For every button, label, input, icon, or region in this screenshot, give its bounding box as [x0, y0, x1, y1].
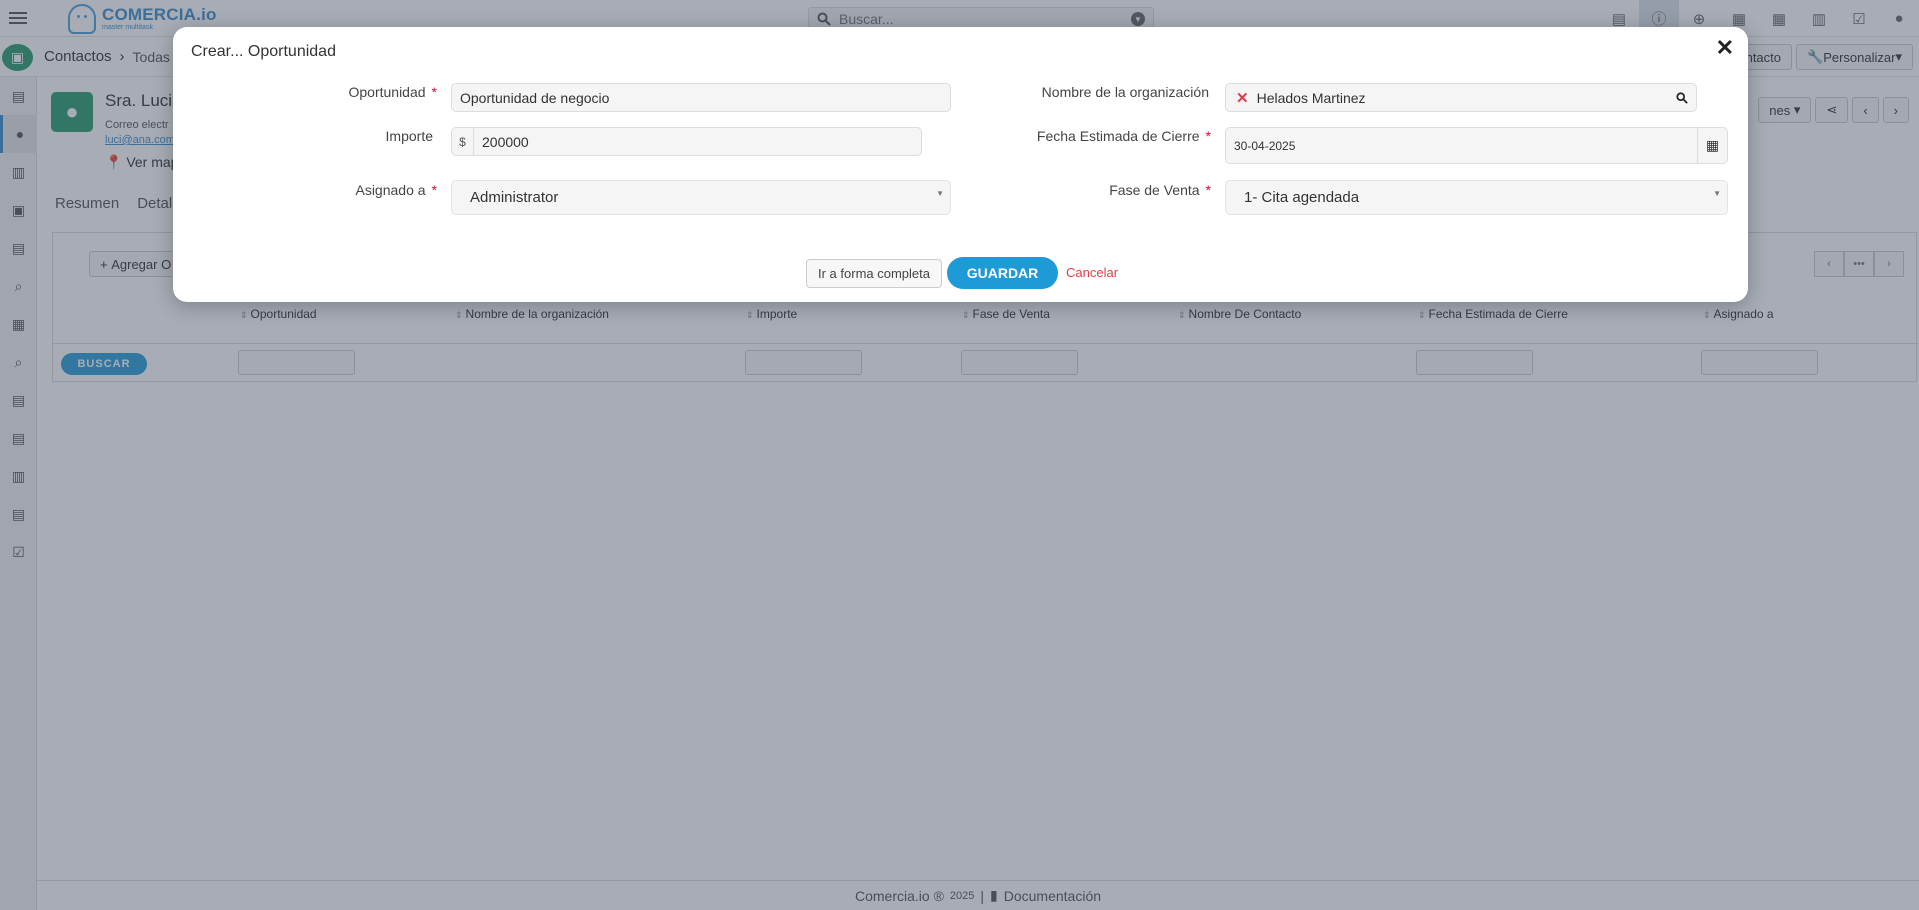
amount-input[interactable] [474, 133, 921, 150]
organization-label: Nombre de la organización [1041, 84, 1209, 100]
close-date-field[interactable]: ▦ [1225, 127, 1728, 164]
create-opportunity-modal: Crear... Oportunidad ✕ Oportunidad* Impo… [173, 27, 1748, 302]
clear-icon[interactable]: ✕ [1236, 89, 1249, 107]
close-date-input[interactable] [1226, 138, 1697, 153]
select-caret-icon: ▼ [1713, 189, 1721, 198]
organization-field[interactable]: ✕ Helados Martinez [1225, 83, 1697, 112]
opportunity-label: Oportunidad * [348, 84, 437, 100]
currency-prefix: $ [452, 128, 474, 155]
modal-title: Crear... Oportunidad [191, 43, 336, 60]
amount-label: Importe [385, 128, 433, 144]
stage-select[interactable]: 1- Cita agendada ▼ [1225, 180, 1728, 215]
calendar-icon[interactable]: ▦ [1697, 128, 1727, 163]
cancel-button[interactable]: Cancelar [1066, 265, 1118, 280]
full-form-button[interactable]: Ir a forma completa [806, 259, 942, 288]
search-icon[interactable] [1668, 91, 1696, 104]
close-date-label: Fecha Estimada de Cierre * [1036, 128, 1211, 144]
stage-value: 1- Cita agendada [1244, 189, 1360, 206]
modal-actions: Ir a forma completa GUARDAR Cancelar [173, 257, 1748, 291]
stage-label: Fase de Venta * [1109, 182, 1211, 198]
save-button[interactable]: GUARDAR [947, 257, 1058, 289]
assigned-value: Administrator [470, 189, 559, 206]
organization-value: Helados Martinez [1256, 89, 1366, 106]
amount-field[interactable]: $ [451, 127, 922, 156]
assigned-label: Asignado a * [355, 182, 437, 198]
close-icon[interactable]: ✕ [1716, 37, 1734, 59]
